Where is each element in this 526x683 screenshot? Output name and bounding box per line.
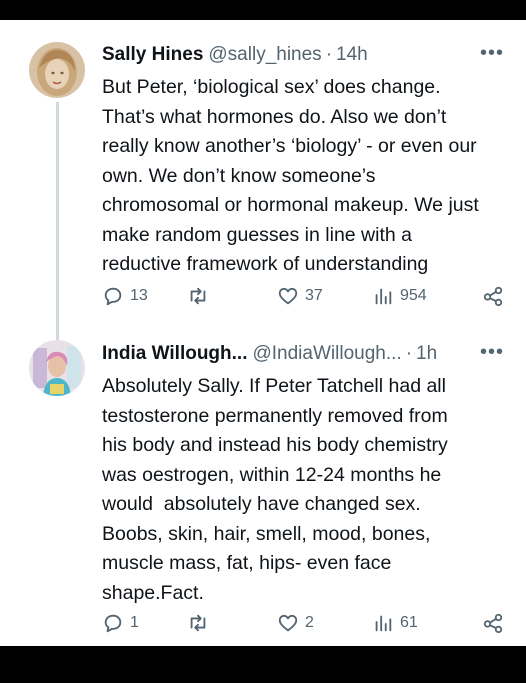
top-black-bar <box>0 0 526 20</box>
reply-icon <box>104 614 122 633</box>
views-button[interactable]: 954 <box>372 285 427 307</box>
share-icon <box>483 613 503 634</box>
share-button[interactable] <box>482 285 504 307</box>
tweet-text: Absolutely Sally. If Peter Tatchell had … <box>102 375 448 604</box>
view-count: 61 <box>400 614 418 631</box>
user-handle[interactable]: @IndiaWillough... <box>252 343 401 365</box>
separator-dot: · <box>325 44 333 65</box>
share-button[interactable] <box>482 612 504 634</box>
reply-button[interactable]: 1 <box>102 612 139 634</box>
more-horizontal-icon[interactable]: ••• <box>480 341 504 364</box>
views-chart-icon <box>375 615 392 632</box>
timestamp[interactable]: 1h <box>416 343 437 365</box>
user-handle[interactable]: @sally_hines <box>208 44 321 66</box>
like-button[interactable]: 2 <box>277 612 314 634</box>
retweet-icon <box>190 287 206 305</box>
avatar[interactable] <box>29 340 85 396</box>
tweet-header: India Willough... @IndiaWillough... · 1h… <box>102 341 504 369</box>
heart-icon <box>278 287 298 305</box>
timestamp[interactable]: 14h <box>336 44 368 66</box>
retweet-button[interactable] <box>187 285 215 307</box>
tweet-header: Sally Hines @sally_hines · 14h ••• <box>102 42 504 70</box>
display-name[interactable]: India Willough... <box>102 343 247 365</box>
reply-icon <box>104 287 122 306</box>
more-horizontal-icon[interactable]: ••• <box>480 42 504 65</box>
display-name[interactable]: Sally Hines <box>102 44 203 66</box>
avatar[interactable] <box>29 42 85 98</box>
reply-count: 13 <box>130 287 148 304</box>
tweet-actions: 13 37 954 <box>102 285 512 311</box>
views-button[interactable]: 61 <box>372 612 418 634</box>
retweet-icon <box>190 614 206 632</box>
like-count: 37 <box>305 287 323 304</box>
reply-count: 1 <box>130 614 139 631</box>
tweet-actions: 1 2 61 <box>102 612 512 638</box>
share-icon <box>483 286 503 307</box>
retweet-button[interactable] <box>187 612 215 634</box>
views-chart-icon <box>375 288 392 305</box>
separator-dot: · <box>405 343 413 364</box>
view-count: 954 <box>400 287 427 304</box>
tweet-text: But Peter, ‘biological sex’ does change.… <box>102 76 479 275</box>
bottom-black-bar <box>0 646 526 683</box>
thread-connector-line <box>56 102 59 340</box>
heart-icon <box>278 614 298 632</box>
like-button[interactable]: 37 <box>277 285 323 307</box>
like-count: 2 <box>305 614 314 631</box>
reply-button[interactable]: 13 <box>102 285 148 307</box>
